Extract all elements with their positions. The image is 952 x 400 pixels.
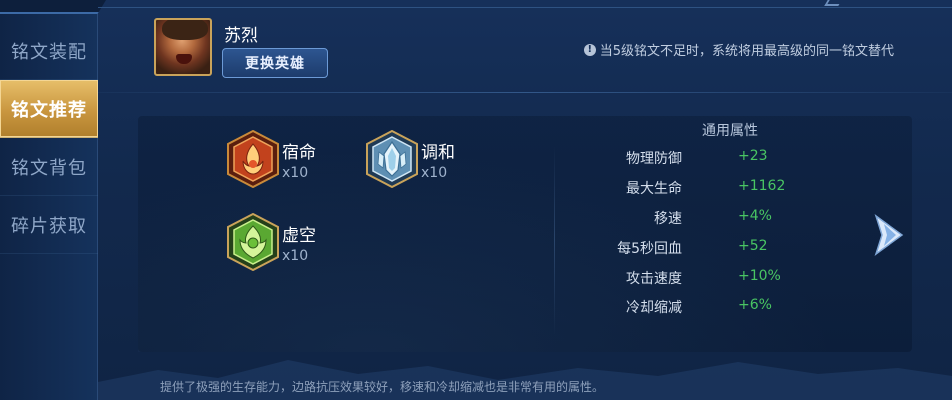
- sidebar-item-rune-bag[interactable]: 铭文背包: [0, 138, 98, 196]
- stat-row: 攻击速度 +10%: [590, 268, 790, 290]
- sidebar-item-rune-recommend[interactable]: 铭文推荐: [0, 80, 98, 138]
- rune-name: 虚空: [282, 226, 316, 246]
- sidebar: 铭文装配 铭文推荐 铭文背包 碎片获取: [0, 0, 98, 400]
- sidebar-item-fragment-source[interactable]: 碎片获取: [0, 196, 98, 254]
- stat-label: 每5秒回血: [617, 241, 682, 257]
- stat-value: +10%: [738, 268, 781, 284]
- rune-count: x10: [282, 165, 309, 181]
- avatar-hair: [162, 20, 208, 40]
- stat-row: 每5秒回血 +52: [590, 238, 790, 260]
- red-rune-icon: [227, 130, 279, 188]
- info-icon: !: [583, 43, 596, 56]
- sidebar-item-rune-assembly[interactable]: 铭文装配: [0, 22, 98, 80]
- stat-value: +52: [738, 238, 768, 254]
- rune-count: x10: [282, 248, 309, 264]
- notice: ! 当5级铭文不足时，系统将用最高级的同一铭文替代: [583, 40, 894, 59]
- blue-rune-icon: [366, 130, 418, 188]
- next-arrow-icon[interactable]: [872, 212, 908, 258]
- panel-divider: [554, 146, 555, 336]
- hero-avatar[interactable]: [154, 18, 212, 76]
- rune-name: 调和: [421, 143, 455, 163]
- stat-label: 攻击速度: [626, 271, 682, 287]
- stat-value: +23: [738, 148, 768, 164]
- stat-value: +1162: [738, 178, 786, 194]
- notice-text: 当5级铭文不足时，系统将用最高级的同一铭文替代: [599, 44, 894, 59]
- avatar-mouth: [176, 54, 192, 64]
- stat-row: 移速 +4%: [590, 208, 790, 230]
- recommendation-description: 提供了极强的生存能力，边路抗压效果较好，移速和冷却缩减也是非常有用的属性。: [160, 380, 605, 394]
- top-frame-edge: [0, 0, 106, 14]
- rune-item-void[interactable]: 虚空 x10: [226, 213, 356, 273]
- stats-title: 通用属性: [702, 123, 758, 139]
- green-rune-icon: [227, 213, 279, 271]
- rune-name: 宿命: [282, 143, 316, 163]
- stat-label: 冷却缩减: [626, 300, 682, 316]
- stat-value: +6%: [738, 297, 772, 313]
- header-divider: [98, 92, 952, 93]
- rune-item-harmony[interactable]: 调和 x10: [365, 130, 495, 190]
- stat-row: 最大生命 +1162: [590, 178, 790, 200]
- stat-row: 物理防御 +23: [590, 148, 790, 170]
- stat-label: 移速: [654, 211, 682, 227]
- stat-value: +4%: [738, 208, 772, 224]
- stat-label: 最大生命: [626, 181, 682, 197]
- rune-count: x10: [421, 165, 448, 181]
- hero-name: 苏烈: [224, 26, 258, 46]
- stat-row: 冷却缩减 +6%: [590, 297, 790, 319]
- rune-item-fate[interactable]: 宿命 x10: [226, 130, 356, 190]
- change-hero-button[interactable]: 更换英雄: [222, 48, 328, 78]
- stat-label: 物理防御: [626, 151, 682, 167]
